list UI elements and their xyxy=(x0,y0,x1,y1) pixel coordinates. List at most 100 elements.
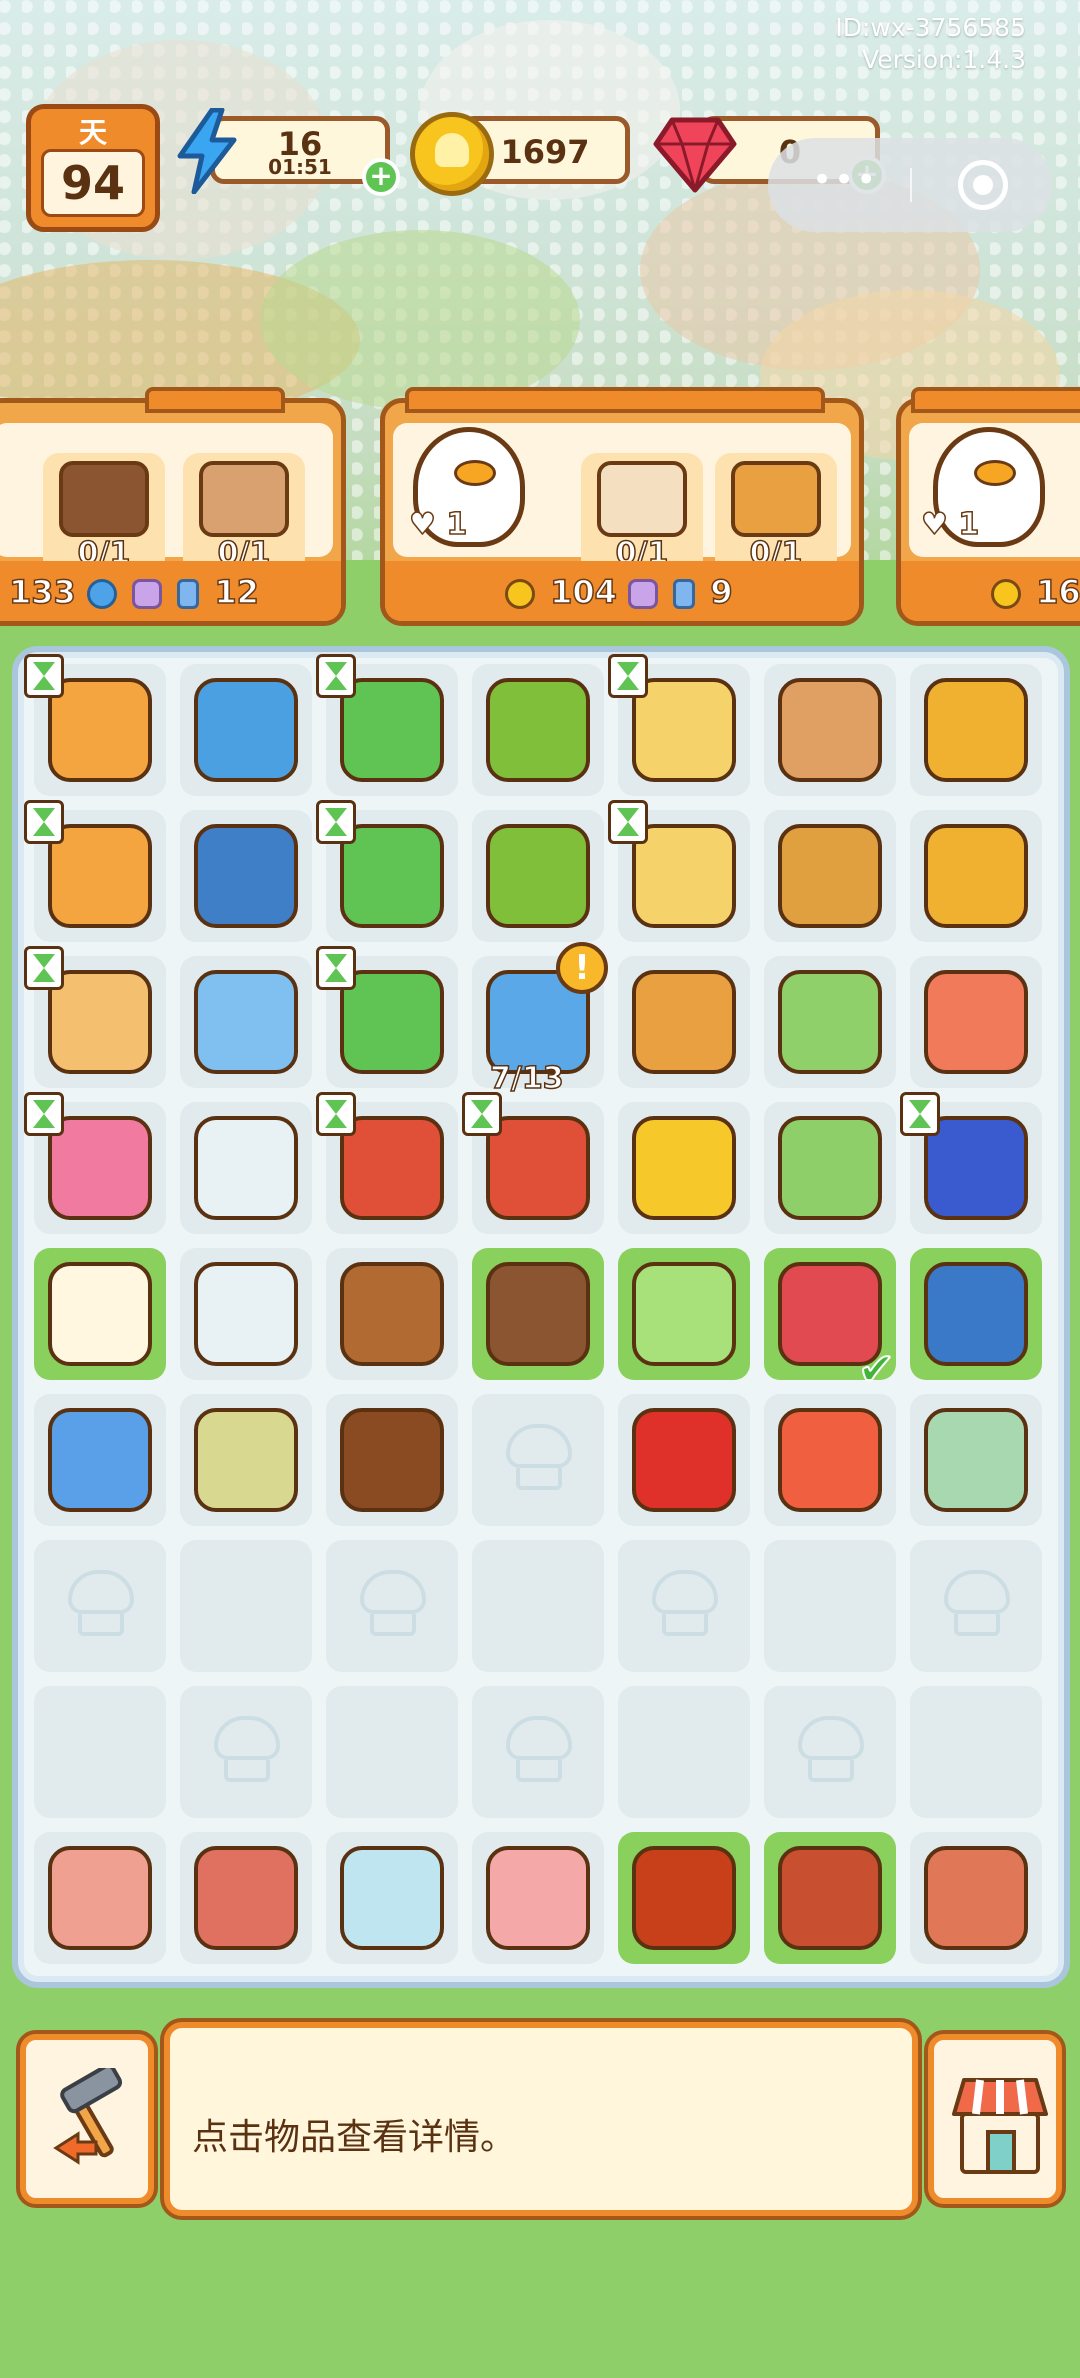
board-cell[interactable] xyxy=(24,1092,166,1234)
board-cell-empty[interactable] xyxy=(764,1686,896,1818)
board-cell[interactable] xyxy=(180,956,312,1088)
board-cell[interactable] xyxy=(462,1092,604,1234)
day-label: 天 xyxy=(78,116,107,149)
board-cell[interactable] xyxy=(34,1394,166,1526)
hourglass-icon xyxy=(316,1092,356,1136)
hourglass-icon xyxy=(900,1092,940,1136)
order-card-3[interactable]: ♥ 1 168 xyxy=(896,387,1080,626)
board-cell[interactable] xyxy=(180,664,312,796)
coin-icon xyxy=(991,579,1021,609)
board-cell[interactable] xyxy=(910,810,1042,942)
chef-hat-placeholder-icon xyxy=(506,1424,572,1496)
order-card-tab xyxy=(405,387,825,413)
board-cell-empty[interactable] xyxy=(472,1686,604,1818)
board-cell[interactable] xyxy=(316,654,458,796)
item-info-panel: 点击物品查看详情。 xyxy=(164,2022,918,2216)
shop-button[interactable] xyxy=(928,2034,1062,2204)
meat-grinder-icon xyxy=(924,970,1028,1074)
board-cell[interactable] xyxy=(608,654,750,796)
board-cell[interactable] xyxy=(764,810,896,942)
order-card-2[interactable]: ♥ 1 0/1 0/1 104 9 xyxy=(380,387,864,626)
board-cell-empty[interactable] xyxy=(326,1540,458,1672)
board-cell-empty[interactable] xyxy=(472,1540,604,1672)
hourglass-icon xyxy=(24,654,64,698)
hourglass-icon xyxy=(608,654,648,698)
add-energy-button[interactable]: + xyxy=(362,158,400,196)
board-cell[interactable] xyxy=(34,1248,166,1380)
board-cell[interactable] xyxy=(316,1092,458,1234)
mini-program-capsule: ••• xyxy=(768,138,1052,232)
board-cell[interactable] xyxy=(618,1394,750,1526)
board-cell[interactable] xyxy=(910,664,1042,796)
board-cell[interactable] xyxy=(764,1832,896,1964)
board-cell[interactable] xyxy=(764,1102,896,1234)
board-cell[interactable] xyxy=(316,800,458,942)
board-cell[interactable] xyxy=(910,1248,1042,1380)
coffee-beans-icon xyxy=(340,1408,444,1512)
more-menu-icon[interactable]: ••• xyxy=(812,163,892,200)
board-cell[interactable] xyxy=(326,1832,458,1964)
board-cell-empty[interactable] xyxy=(326,1686,458,1818)
board-cell[interactable] xyxy=(24,946,166,1088)
board-cell-empty[interactable] xyxy=(180,1540,312,1672)
board-cell[interactable] xyxy=(764,956,896,1088)
board-cell[interactable] xyxy=(34,1832,166,1964)
board-cell[interactable] xyxy=(910,956,1042,1088)
board-cell[interactable]: ! 7/13 xyxy=(472,942,608,1097)
board-cell[interactable] xyxy=(764,664,896,796)
board-cell-empty[interactable] xyxy=(472,1394,604,1526)
order-reward: 133 12 xyxy=(8,572,259,612)
board-cell[interactable] xyxy=(472,1832,604,1964)
glass-box-icon xyxy=(778,970,882,1074)
close-target-icon[interactable] xyxy=(958,160,1008,210)
board-cell[interactable] xyxy=(618,1248,750,1380)
board-cell-empty[interactable] xyxy=(764,1540,896,1672)
board-cell[interactable] xyxy=(24,654,166,796)
board-cell[interactable] xyxy=(316,946,458,1088)
board-cell[interactable] xyxy=(180,1832,312,1964)
order-slot-coffee: 0/1 xyxy=(43,453,165,575)
board-cell[interactable] xyxy=(608,800,750,942)
order-reward: 168 xyxy=(991,572,1080,612)
board-cell[interactable] xyxy=(900,1092,1042,1234)
board-cell-empty[interactable] xyxy=(34,1540,166,1672)
board-cell[interactable] xyxy=(326,1394,458,1526)
board-cell[interactable] xyxy=(326,1248,458,1380)
board-cell[interactable] xyxy=(472,810,604,942)
board-cell[interactable] xyxy=(180,1248,312,1380)
board-cell-empty[interactable] xyxy=(910,1686,1042,1818)
steak-platter-icon xyxy=(194,1846,298,1950)
recycle-tool-button[interactable] xyxy=(20,2034,154,2204)
candy-icon xyxy=(132,579,163,609)
board-cell[interactable] xyxy=(910,1832,1042,1964)
board-cell-empty[interactable] xyxy=(618,1686,750,1818)
board-cell[interactable] xyxy=(472,1248,604,1380)
board-cell[interactable] xyxy=(24,800,166,942)
order-card-1[interactable]: 0/1 0/1 133 12 xyxy=(0,387,346,626)
golden-lock-icon xyxy=(924,824,1028,928)
board-cell[interactable] xyxy=(180,1102,312,1234)
fruit-basket-icon xyxy=(486,824,590,928)
board-cell[interactable] xyxy=(472,664,604,796)
candy-icon xyxy=(628,579,659,609)
board-cell-empty[interactable] xyxy=(180,1686,312,1818)
board-cell[interactable] xyxy=(180,1394,312,1526)
hourglass-icon xyxy=(24,1092,64,1136)
board-cell[interactable] xyxy=(180,810,312,942)
board-cell[interactable] xyxy=(910,1394,1042,1526)
star-badge-icon xyxy=(86,579,117,609)
board-cell[interactable] xyxy=(764,1394,896,1526)
board-cell[interactable] xyxy=(618,1102,750,1234)
version-info: ID:wx-3756585 Version:1.4.3 xyxy=(835,12,1026,76)
board-cell[interactable] xyxy=(618,1832,750,1964)
tuna-icon xyxy=(924,1262,1028,1366)
chef-hat-placeholder-icon xyxy=(798,1716,864,1788)
board-cell[interactable]: ✔ xyxy=(764,1248,896,1393)
board-cell-empty[interactable] xyxy=(34,1686,166,1818)
info-message: 点击物品查看详情。 xyxy=(192,2117,517,2158)
board-cell-empty[interactable] xyxy=(910,1540,1042,1672)
customer-hearts: ♥ 1 xyxy=(408,506,468,543)
board-cell[interactable] xyxy=(618,956,750,1088)
latte-cup-icon xyxy=(597,461,687,537)
board-cell-empty[interactable] xyxy=(618,1540,750,1672)
